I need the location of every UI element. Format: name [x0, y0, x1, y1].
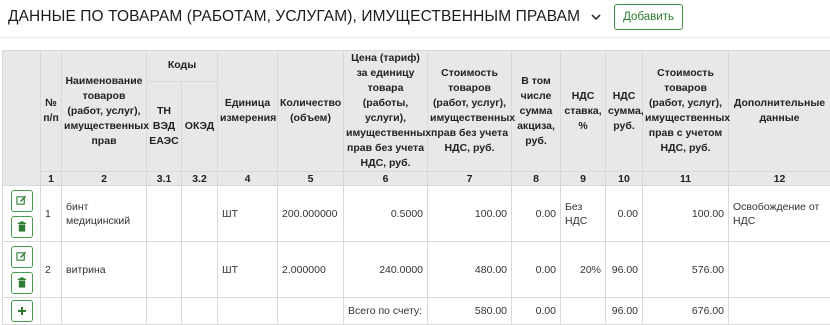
cell-qty: 200.000000 — [278, 186, 344, 242]
cell-qty: 2.000000 — [278, 242, 344, 298]
col-header-cost: Стоимость товаров (работ, услуг), имущес… — [428, 51, 512, 172]
col-header-okei: ОКЭД — [182, 81, 218, 171]
col-number: 8 — [512, 172, 561, 186]
col-number: 1 — [41, 172, 62, 186]
col-header-vat-rate: НДС ставка, % — [561, 51, 606, 172]
totals-label: Всего по счету: — [344, 298, 428, 325]
col-number: 5 — [278, 172, 344, 186]
cell-extra: Освобождение от НДС — [729, 186, 830, 242]
row-actions — [3, 242, 41, 298]
cell-excise: 0.00 — [512, 242, 561, 298]
table-row: 2 витрина ШТ 2.000000 240.0000 480.00 0.… — [3, 242, 830, 298]
items-table: № п/п Наименование товаров (работ, услуг… — [2, 50, 830, 325]
cell-vat-sum: 96.00 — [606, 242, 643, 298]
trash-icon[interactable] — [11, 272, 33, 294]
cell-total: 100.00 — [643, 186, 729, 242]
cell-okei — [182, 242, 218, 298]
col-header-extra: Дополнительные данные — [729, 51, 830, 172]
cell-total: 576.00 — [643, 242, 729, 298]
section-title: ДАННЫЕ ПО ТОВАРАМ (РАБОТАМ, УСЛУГАМ), ИМ… — [8, 8, 580, 26]
total-total: 676.00 — [643, 298, 729, 325]
row-actions — [3, 186, 41, 242]
col-number: 10 — [606, 172, 643, 186]
cell-extra — [729, 242, 830, 298]
col-number: 3.1 — [147, 172, 182, 186]
chevron-down-icon[interactable] — [590, 11, 602, 23]
actions-header — [3, 51, 41, 186]
col-number: 3.2 — [182, 172, 218, 186]
row-actions — [3, 298, 41, 325]
col-number: 6 — [344, 172, 428, 186]
divider — [0, 37, 830, 38]
col-number: 4 — [218, 172, 278, 186]
col-number: 12 — [729, 172, 830, 186]
col-header-codes: Коды — [147, 51, 218, 82]
edit-icon[interactable] — [11, 190, 33, 212]
cell-num: 1 — [41, 186, 62, 242]
cell-cost: 480.00 — [428, 242, 512, 298]
cell-unit: ШТ — [218, 186, 278, 242]
total-excise: 0.00 — [512, 298, 561, 325]
col-header-qty: Количество (объем) — [278, 51, 344, 172]
col-number: 7 — [428, 172, 512, 186]
col-header-name: Наименование товаров (работ, услуг), иму… — [62, 51, 147, 172]
trash-icon[interactable] — [11, 216, 33, 238]
cell-vat-rate: Без НДС — [561, 186, 606, 242]
col-header-vat-sum: НДС сумма, руб. — [606, 51, 643, 172]
col-header-tnved: ТН ВЭД ЕАЭС — [147, 81, 182, 171]
cell-vat-sum: 0.00 — [606, 186, 643, 242]
cell-price: 0.5000 — [344, 186, 428, 242]
cell-okei — [182, 186, 218, 242]
cell-tnved — [147, 242, 182, 298]
cell-price: 240.0000 — [344, 242, 428, 298]
total-vat-sum: 96.00 — [606, 298, 643, 325]
cell-name: бинт медицинский — [62, 186, 147, 242]
cell-excise: 0.00 — [512, 186, 561, 242]
col-number: 2 — [62, 172, 147, 186]
cell-unit: ШТ — [218, 242, 278, 298]
col-number: 9 — [561, 172, 606, 186]
col-number: 11 — [643, 172, 729, 186]
col-header-total: Стоимость товаров (работ, услуг), имущес… — [643, 51, 729, 172]
section-header: ДАННЫЕ ПО ТОВАРАМ (РАБОТАМ, УСЛУГАМ), ИМ… — [8, 2, 683, 32]
table-row: 1 бинт медицинский ШТ 200.000000 0.5000 … — [3, 186, 830, 242]
col-header-price: Цена (тариф) за единицу товара (работы, … — [344, 51, 428, 172]
edit-icon[interactable] — [11, 246, 33, 268]
plus-icon[interactable] — [11, 300, 33, 322]
cell-tnved — [147, 186, 182, 242]
add-item-button[interactable]: Добавить — [614, 4, 683, 30]
cell-vat-rate: 20% — [561, 242, 606, 298]
cell-num: 2 — [41, 242, 62, 298]
cell-name: витрина — [62, 242, 147, 298]
col-header-excise: В том числе сумма акциза, руб. — [512, 51, 561, 172]
cell-cost: 100.00 — [428, 186, 512, 242]
totals-row: Всего по счету: 580.00 0.00 96.00 676.00 — [3, 298, 830, 325]
total-cost: 580.00 — [428, 298, 512, 325]
col-header-unit: Единица измерения — [218, 51, 278, 172]
col-header-num: № п/п — [41, 51, 62, 172]
